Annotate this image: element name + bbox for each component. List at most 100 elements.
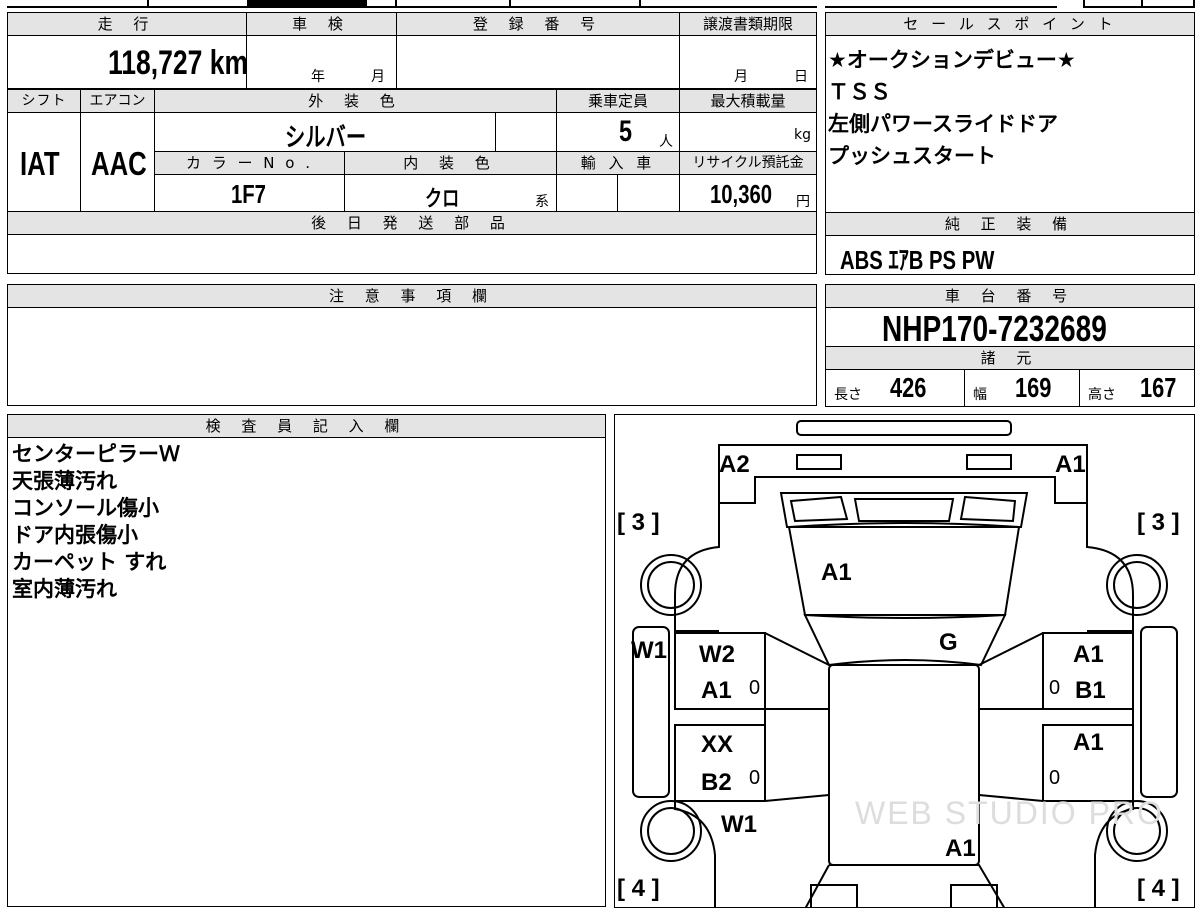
specs-width-cell: 幅 169 [964, 369, 1080, 407]
right-rear-door-zero: 0 [1049, 767, 1061, 789]
sales-point-line: ＴＳＳ [828, 80, 891, 104]
notes-header: 注 意 事 項 欄 [7, 284, 817, 308]
transfer-deadline-header: 譲渡書類期限 [679, 12, 817, 36]
capacity-cell: 5 人 [556, 112, 680, 152]
inspector-line: カーペット すれ [12, 550, 167, 574]
color-no-header: カ ラ ー N o . [154, 151, 345, 175]
shift-cell: IAT [7, 112, 81, 212]
body-left-outline [674, 503, 720, 632]
genuine-equipment-cell: ABS ｴｱB PS PW [825, 235, 1195, 275]
left-rear-door-code-2: B2 [701, 769, 732, 796]
specs-height-cell: 高さ 167 [1079, 369, 1195, 407]
inspection-month-unit: 月 [371, 69, 385, 85]
right-front-door-code-1: A1 [1073, 641, 1104, 668]
interior-color-cell: クロ 系 [344, 174, 557, 212]
transfer-deadline-cell: 月 日 [679, 35, 817, 89]
wheel-rear-left-inner [647, 807, 695, 855]
roof-rear-code: A1 [945, 835, 976, 862]
left-rear-fender-code: W1 [721, 811, 757, 838]
left-rear-door-zero: 0 [749, 767, 761, 789]
aircon-value: AAC [91, 145, 147, 182]
front-bumper-outline [718, 444, 1088, 504]
wheel-front-right-inner [1113, 561, 1161, 609]
inspector-line: センターピラーＷ [12, 442, 180, 466]
front-bumper-bar [796, 420, 1012, 436]
specs-width-value: 169 [1015, 372, 1052, 403]
wheel-rear-left [640, 800, 702, 862]
capacity-value: 5 [619, 115, 633, 148]
sales-points-body: ★オークションデビュー★ ＴＳＳ 左側パワースライドドア プッシュスタート [825, 35, 1195, 213]
import-header: 輸 入 車 [556, 151, 680, 175]
interior-color-header: 内 装 色 [344, 151, 557, 175]
recycle-header: リサイクル預託金 [679, 151, 817, 175]
recycle-value: 10,360 [710, 179, 773, 209]
mileage-header: 走 行 [7, 12, 247, 36]
genuine-equipment-value: ABS ｴｱB PS PW [840, 245, 995, 275]
specs-length-cell: 長さ 426 [825, 369, 965, 407]
exterior-color-value: シルバー [285, 122, 367, 152]
wheel-front-right [1106, 554, 1168, 616]
rear-left-quarter [674, 801, 716, 907]
inspection-cell: 年 月 [246, 35, 397, 89]
inspector-body: センターピラーＷ 天張薄汚れ コンソール傷小 ドア内張傷小 カーペット すれ 室… [7, 437, 606, 907]
tire-rear-left: [ 4 ] [617, 875, 660, 902]
max-load-header: 最大積載量 [679, 89, 817, 113]
registration-header: 登 録 番 号 [396, 12, 680, 36]
recycle-cell: 10,360 円 [679, 174, 817, 212]
chassis-cell: NHP170-7232689 [825, 307, 1195, 349]
chassis-value: NHP170-7232689 [882, 308, 1107, 349]
exterior-color-header: 外 装 色 [154, 89, 557, 113]
max-load-unit: kg [794, 127, 811, 143]
rear-bumper-right [950, 884, 998, 907]
specs-length-value: 426 [890, 372, 927, 403]
genuine-equipment-header: 純 正 装 備 [825, 212, 1195, 236]
hood-code: A1 [821, 559, 852, 586]
body-right-outline [1086, 503, 1134, 632]
capacity-unit: 人 [659, 134, 673, 150]
recycle-unit: 円 [796, 194, 810, 210]
partial-divider [395, 0, 397, 8]
left-side-code: W1 [631, 637, 667, 664]
left-rear-door-code-1: XX [701, 731, 734, 758]
left-front-door-zero: 0 [749, 677, 761, 699]
specs-length-label: 長さ [834, 387, 862, 403]
tire-rear-right: [ 4 ] [1137, 875, 1180, 902]
left-front-door-code-2: A1 [701, 677, 732, 704]
partial-divider [639, 0, 641, 8]
vehicle-info-table: 走 行 車 検 登 録 番 号 譲渡書類期限 118,727 km 年 月 月 … [7, 0, 817, 276]
sales-point-line: ★オークションデビュー★ [828, 48, 1076, 72]
aircon-header: エアコン [80, 89, 155, 113]
specs-height-label: 高さ [1088, 387, 1116, 403]
watermark: WEB STUDIO PRO [855, 795, 1164, 831]
rear-window [804, 864, 1005, 907]
capacity-header: 乗車定員 [556, 89, 680, 113]
tire-front-right: [ 3 ] [1137, 509, 1180, 536]
registration-cell [396, 35, 680, 89]
windshield-code: G [939, 629, 958, 656]
right-front-door-zero: 0 [1049, 677, 1061, 699]
interior-suffix: 系 [535, 194, 549, 210]
specs-height-value: 167 [1140, 372, 1177, 403]
inspector-header: 検 査 員 記 入 欄 [7, 414, 606, 438]
left-front-door-code-1: W2 [699, 641, 735, 668]
specs-header: 諸 元 [825, 346, 1195, 370]
exterior-color-extra-cell [495, 112, 557, 152]
shift-header: シフト [7, 89, 81, 113]
mileage-cell: 118,727 km [7, 35, 248, 89]
inspection-year-unit: 年 [311, 69, 325, 85]
exterior-color-cell: シルバー [154, 112, 496, 152]
wheel-front-left [640, 554, 702, 616]
import-cell-1 [556, 174, 618, 212]
specs-width-label: 幅 [973, 387, 987, 403]
right-headlight [966, 454, 1012, 470]
windshield [803, 614, 1007, 667]
inspector-line: 天張薄汚れ [12, 469, 117, 493]
wheel-front-left-inner [647, 561, 695, 609]
damage-diagram: A2 A1 [ 3 ] [ 3 ] A1 G W1 W2 A1 0 XX B2 … [614, 414, 1195, 908]
right-side-panel [1140, 626, 1178, 798]
partial-divider [825, 0, 1057, 8]
sales-point-line: 左側パワースライドドア [828, 112, 1058, 136]
interior-color-value: クロ [425, 186, 460, 211]
inspector-line: 室内薄汚れ [12, 577, 117, 601]
left-headlight [796, 454, 842, 470]
